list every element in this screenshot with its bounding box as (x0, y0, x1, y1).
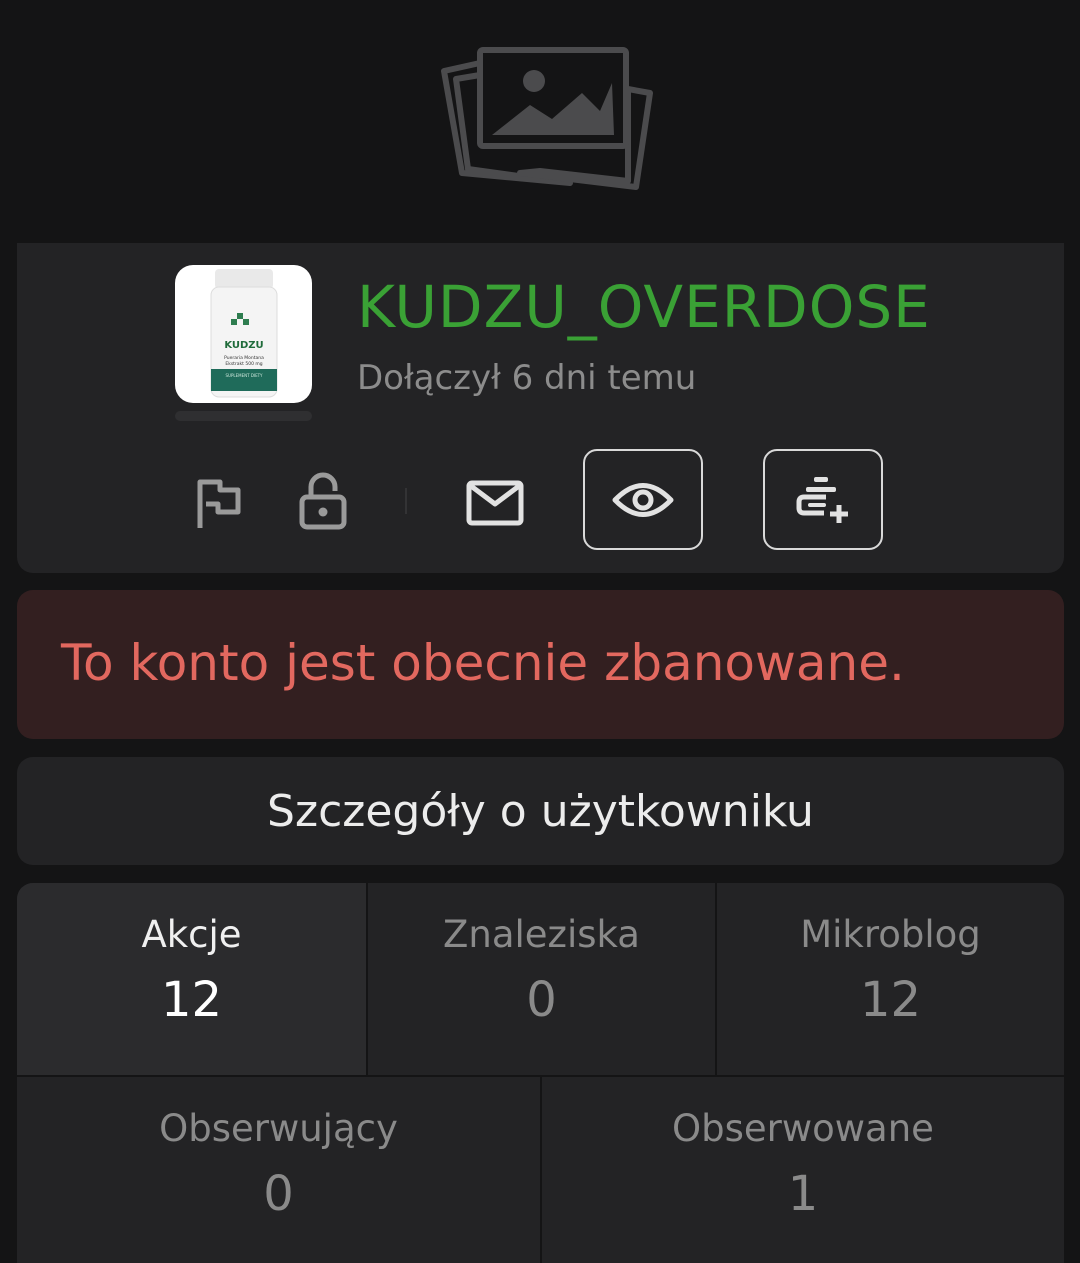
avatar-brand-text: KUDZU (224, 340, 263, 351)
tab-obserwujacy[interactable]: Obserwujący 0 (17, 1077, 540, 1263)
observe-add-icon (796, 476, 848, 523)
tab-znaleziska-label: Znaleziska (443, 913, 640, 956)
avatar-progress-bar (175, 411, 312, 421)
block-button[interactable] (293, 469, 353, 533)
eye-icon (612, 482, 674, 517)
actions-divider (405, 488, 407, 514)
message-button[interactable] (463, 473, 527, 533)
tab-obserwowane-label: Obserwowane (672, 1107, 934, 1150)
tab-znaleziska[interactable]: Znaleziska 0 (368, 883, 715, 1075)
watch-button[interactable] (583, 449, 703, 550)
tab-mikroblog[interactable]: Mikroblog 12 (717, 883, 1064, 1075)
profile-card: KUDZU Pueraria Montana Ekstrakt 500 mg S… (17, 243, 1064, 573)
lock-icon (299, 472, 347, 530)
stats-divider (715, 883, 717, 1075)
tab-obserwowane-count: 1 (787, 1166, 819, 1222)
user-details-button[interactable]: Szczegóły o użytkowniku (17, 757, 1064, 865)
stats-divider (366, 883, 368, 1075)
ban-notice: To konto jest obecnie zbanowane. (17, 590, 1064, 739)
avatar-line2-text: Pueraria Montana (224, 355, 264, 361)
tab-obserwujacy-label: Obserwujący (159, 1107, 398, 1150)
tab-obserwujacy-count: 0 (263, 1166, 294, 1222)
user-details-label: Szczegóły o użytkowniku (267, 785, 814, 837)
tab-obserwowane[interactable]: Obserwowane 1 (542, 1077, 1064, 1263)
report-button[interactable] (189, 473, 249, 533)
joined-date: Dołączył 6 dni temu (357, 358, 697, 398)
flag-icon (197, 479, 241, 528)
stats-grid: Akcje 12 Znaleziska 0 Mikroblog 12 Obser… (17, 883, 1064, 1263)
tab-akcje-count: 12 (160, 972, 223, 1028)
avatar-line3-text: Ekstrakt 500 mg (225, 361, 262, 367)
tab-mikroblog-count: 12 (859, 972, 922, 1028)
tab-mikroblog-label: Mikroblog (800, 913, 981, 956)
tab-akcje[interactable]: Akcje 12 (17, 883, 366, 1075)
tab-znaleziska-count: 0 (526, 972, 557, 1028)
observe-button[interactable] (763, 449, 883, 550)
tab-akcje-label: Akcje (141, 913, 242, 956)
username: KUDZU_OVERDOSE (357, 273, 931, 341)
profile-cover (0, 0, 1080, 243)
mail-icon (466, 480, 524, 526)
image-placeholder-icon (441, 47, 653, 190)
ban-message: To konto jest obecnie zbanowane. (61, 634, 905, 692)
avatar[interactable]: KUDZU Pueraria Montana Ekstrakt 500 mg S… (175, 265, 312, 403)
avatar-image: KUDZU Pueraria Montana Ekstrakt 500 mg S… (210, 269, 278, 398)
avatar-line4-text: SUPLEMENT DIETY (226, 373, 264, 378)
